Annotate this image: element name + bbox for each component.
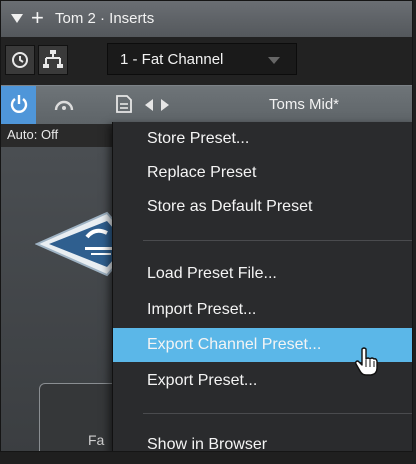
channel-bar: 1 - Fat Channel xyxy=(1,37,412,85)
preset-menu-icon[interactable] xyxy=(115,94,133,114)
preset-bar: Toms Mid* xyxy=(1,85,412,124)
menu-item-show-in-browser[interactable]: Show in Browser xyxy=(113,428,412,451)
power-button[interactable] xyxy=(1,86,36,124)
window-title: Tom 2 · Inserts xyxy=(55,10,155,27)
automation-status[interactable]: Auto: Off xyxy=(7,127,58,142)
menu-item-store-preset[interactable]: Store Preset... xyxy=(113,122,412,156)
menu-separator xyxy=(143,240,412,241)
menu-separator xyxy=(143,413,412,414)
menu-item-replace-preset[interactable]: Replace Preset xyxy=(113,156,412,190)
hand-cursor-icon xyxy=(355,347,378,376)
plugin-card: Fa xyxy=(39,383,121,451)
chevron-down-icon xyxy=(268,57,280,64)
routing-icon xyxy=(43,50,63,68)
preset-name[interactable]: Toms Mid* xyxy=(269,96,339,113)
power-icon xyxy=(10,95,28,113)
channel-select[interactable]: 1 - Fat Channel xyxy=(107,43,297,75)
collapse-triangle-icon[interactable] xyxy=(11,14,23,23)
menu-item-store-as-default-preset[interactable]: Store as Default Preset xyxy=(113,190,412,224)
add-insert-icon[interactable]: + xyxy=(31,6,44,30)
plugin-window: + Tom 2 · Inserts 1 - Fat Channel Toms M… xyxy=(0,0,413,452)
history-button[interactable] xyxy=(5,45,35,75)
preset-context-menu: Store Preset... Replace Preset Store as … xyxy=(112,122,412,451)
channel-select-label: 1 - Fat Channel xyxy=(120,51,224,68)
next-preset-icon[interactable] xyxy=(161,99,169,111)
clock-icon xyxy=(12,52,28,68)
menu-item-load-preset-file[interactable]: Load Preset File... xyxy=(113,257,412,291)
automation-icon[interactable] xyxy=(53,96,75,112)
previous-preset-icon[interactable] xyxy=(145,99,153,111)
routing-button[interactable] xyxy=(38,45,68,75)
menu-item-import-preset[interactable]: Import Preset... xyxy=(113,293,412,327)
title-bar: + Tom 2 · Inserts xyxy=(1,1,412,38)
plugin-card-text: Fa xyxy=(88,432,105,448)
